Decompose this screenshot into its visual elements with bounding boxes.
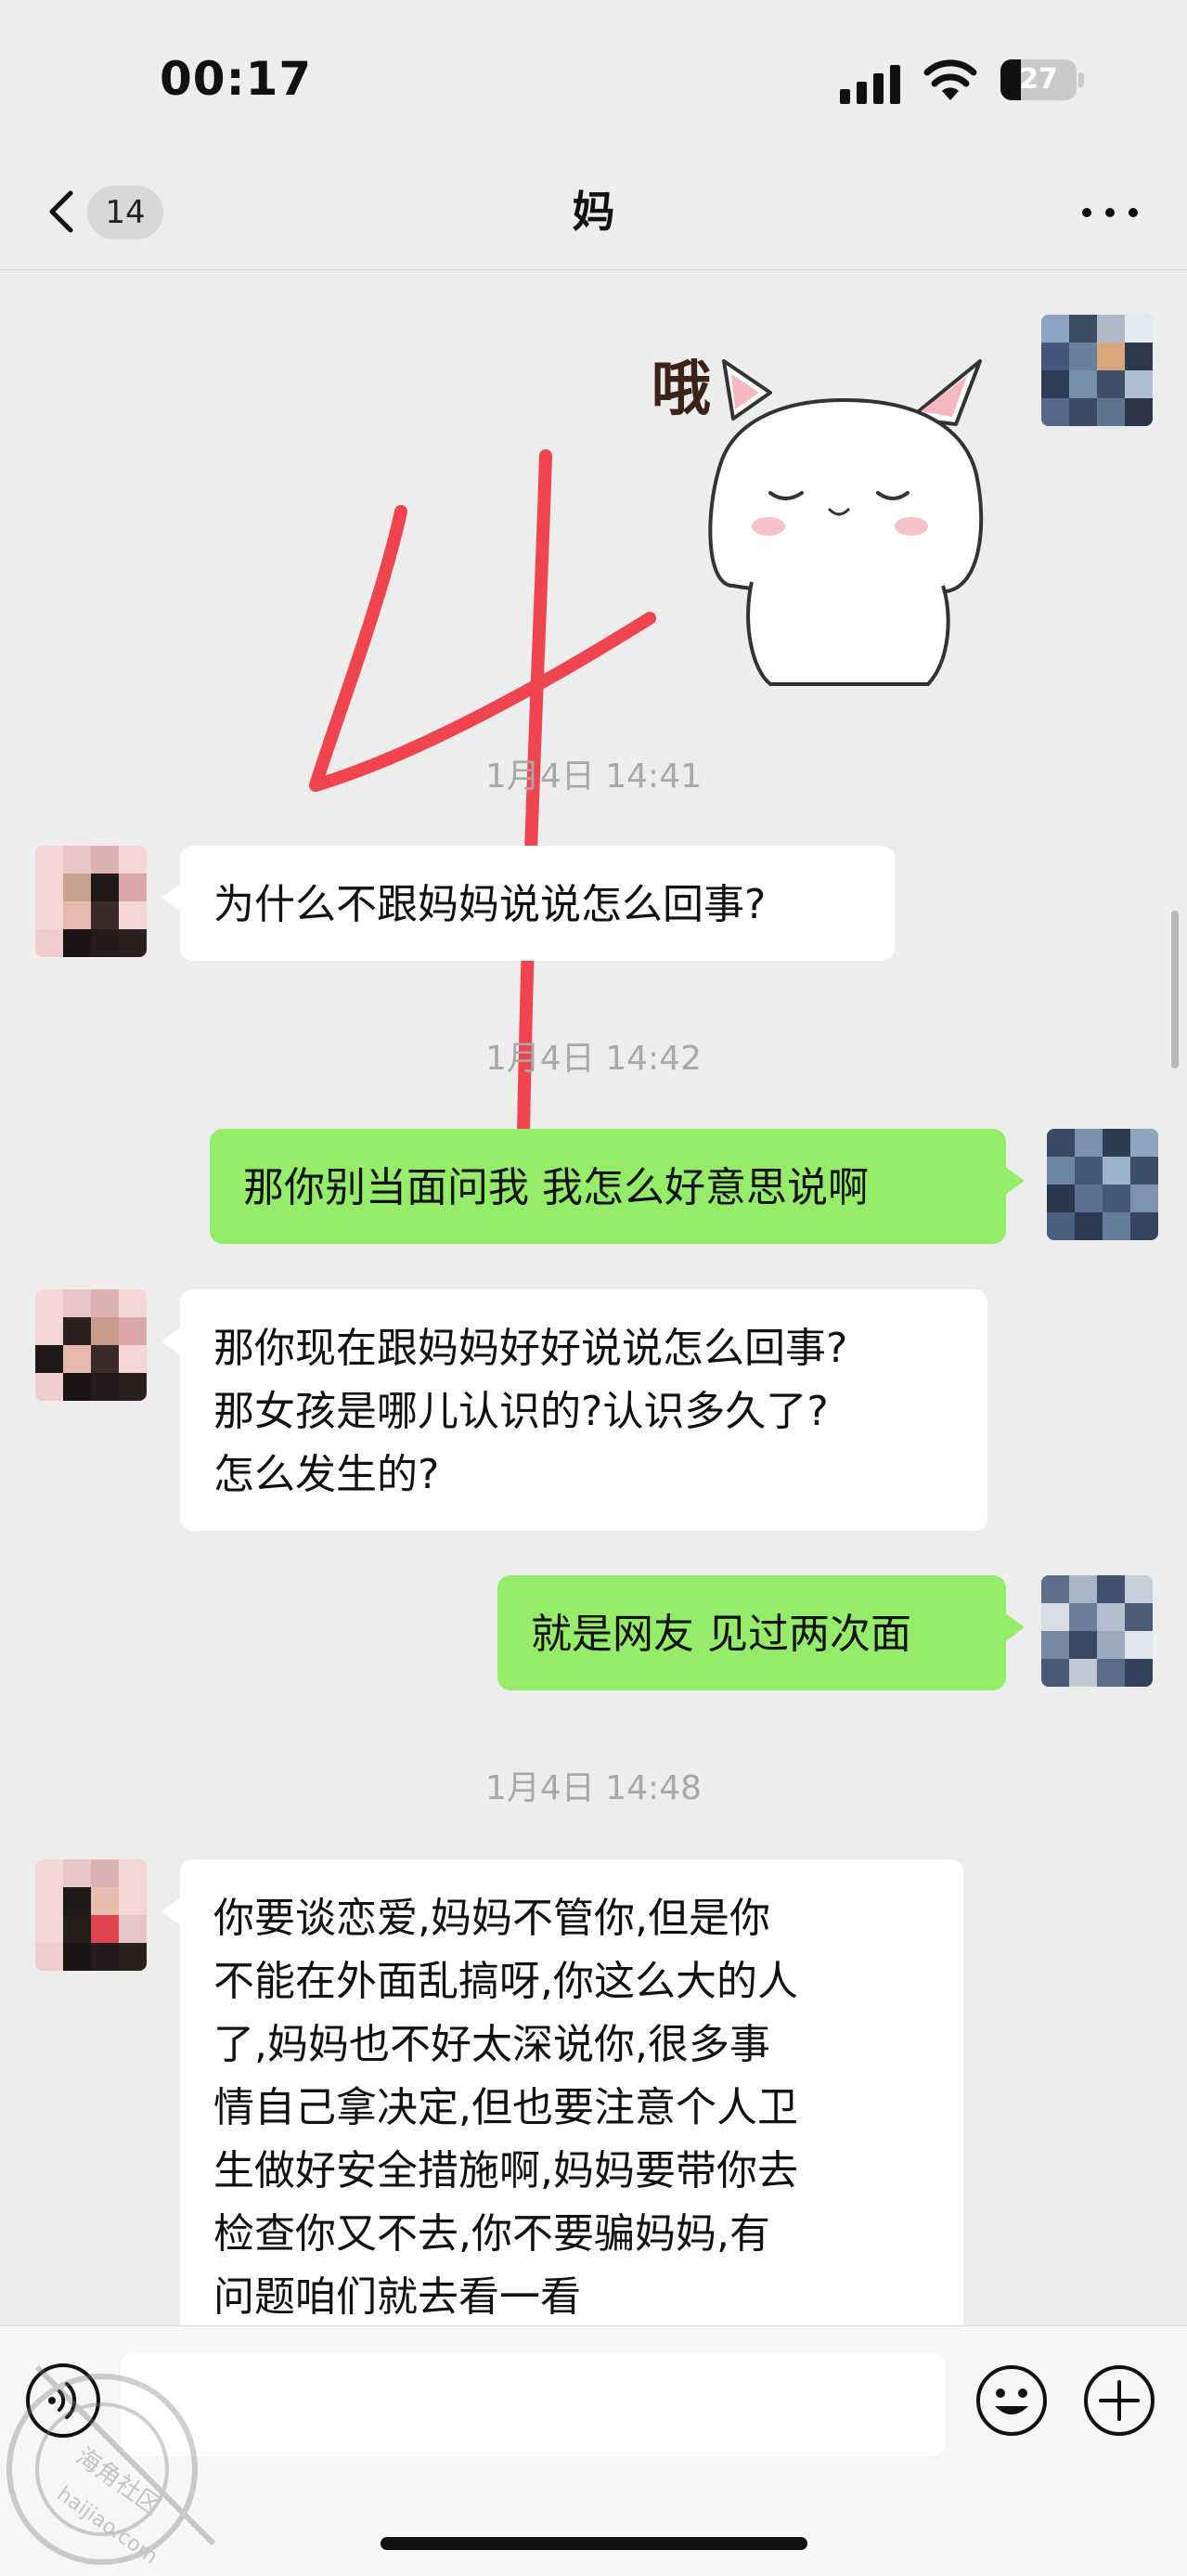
battery-icon: 27 [1000,59,1084,100]
message-line: 你要谈恋爱,妈妈不管你,但是你 [213,1895,770,1942]
sent-message-bubble[interactable]: 就是网友 见过两次面 [497,1575,1025,1690]
more-functions-button[interactable] [1082,2363,1156,2438]
cat-sticker[interactable]: 哦 [631,307,1012,688]
voice-input-button[interactable] [26,2363,100,2438]
message-line: 那你别当面问我 我怎么好意思说啊 [243,1164,869,1211]
back-button[interactable]: 14 [35,178,174,243]
my-avatar[interactable] [1041,1575,1153,1687]
battery-level: 27 [1019,63,1058,96]
message-line: 生做好安全措施啊,妈妈要带你去 [213,2147,798,2194]
message-line: 问题咱们就去看一看 [213,2273,581,2321]
chevron-left-icon [49,190,73,233]
plus-circle-icon [1084,2365,1155,2436]
voice-wave-icon [48,2382,77,2419]
status-time: 00:17 [160,52,313,106]
mom-avatar[interactable] [35,1289,147,1401]
nav-bar: 妈 14 [0,158,1187,270]
unread-count-badge: 14 [87,186,163,239]
received-message-bubble[interactable]: 你要谈恋爱,妈妈不管你,但是你 不能在外面乱搞呀,你这么大的人 了,妈妈也不好太… [161,1859,963,2325]
more-options-button[interactable] [1077,188,1143,236]
message-line: 就是网友 见过两次面 [531,1611,911,1658]
message-line: 那你现在跟妈妈好好说说怎么回事? [213,1325,848,1372]
my-avatar[interactable] [1047,1129,1158,1240]
wifi-icon [923,59,977,100]
message-line: 怎么发生的? [213,1451,440,1498]
cellular-signal-icon [840,65,900,104]
scrollbar-thumb[interactable] [1171,911,1179,1068]
received-message-bubble[interactable]: 为什么不跟妈妈说说怎么回事? [161,846,895,961]
status-bar: 00:17 27 [0,0,1187,158]
message-timestamp: 1月4日 14:48 [485,1769,702,1807]
my-avatar[interactable] [1041,315,1153,426]
home-indicator[interactable] [381,2537,807,2550]
message-line: 了,妈妈也不好太深说你,很多事 [213,2021,770,2068]
chat-area[interactable]: 哦 1月4日 14:41 为什么不跟妈妈说说怎么回事? 1月4日 14:42 那… [0,270,1187,2325]
message-line: 为什么不跟妈妈说说怎么回事? [213,881,767,928]
chat-title: 妈 [572,187,615,237]
message-line: 那女孩是哪儿认识的?认识多久了? [213,1388,829,1435]
message-timestamp: 1月4日 14:42 [485,1040,702,1078]
message-timestamp: 1月4日 14:41 [485,757,702,796]
sticker-caption: 哦 [652,356,711,424]
message-line: 检查你又不去,你不要骗妈妈,有 [213,2210,770,2258]
cat-sticker-image: 哦 [652,356,984,686]
sent-message-bubble[interactable]: 那你别当面问我 我怎么好意思说啊 [210,1129,1025,1244]
message-input[interactable] [121,2352,945,2456]
received-message-bubble[interactable]: 那你现在跟妈妈好好说说怎么回事? 那女孩是哪儿认识的?认识多久了? 怎么发生的? [161,1289,987,1531]
mom-avatar[interactable] [35,1859,147,1971]
message-line: 情自己拿决定,但也要注意个人卫 [213,2084,798,2131]
smiley-icon [976,2365,1047,2436]
message-line: 不能在外面乱搞呀,你这么大的人 [213,1958,798,2005]
emoji-button[interactable] [974,2363,1049,2438]
mom-avatar[interactable] [35,846,147,957]
